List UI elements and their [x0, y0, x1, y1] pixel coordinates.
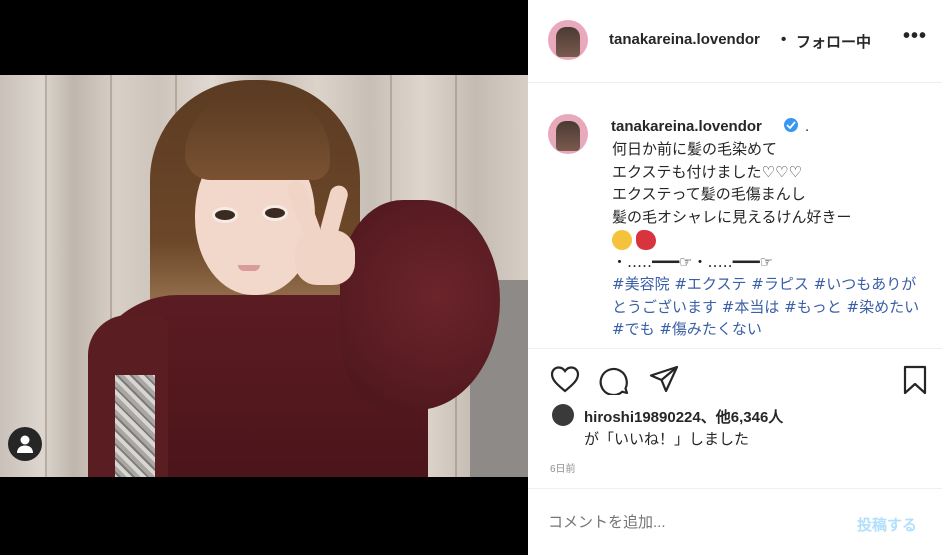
caption-line: 何日か前に髪の毛染めて — [612, 140, 778, 158]
hashtag-link[interactable]: #ラピス — [751, 275, 809, 293]
post-comment-button[interactable]: 投稿する — [857, 514, 917, 535]
caption-line: エクステも付けました♡♡♡ — [612, 162, 802, 181]
likes-count[interactable]: 、他6,346人 — [701, 409, 784, 426]
caption-avatar[interactable] — [548, 114, 588, 154]
caption-divider: ・‥…━━━☞・‥…━━━☞ — [612, 252, 774, 271]
caption-line: エクステって髪の毛傷まんし — [612, 185, 806, 203]
hashtag-link[interactable]: #エクステ — [674, 275, 746, 293]
bookmark-icon[interactable] — [903, 365, 927, 395]
user-tag-icon — [17, 435, 33, 453]
caption-line: 髪の毛オシャレに見えるけん好きー — [612, 207, 852, 226]
action-bar — [528, 348, 942, 402]
caption-text: 何日か前に髪の毛染めて エクステも付けました♡♡♡ エクステって髪の毛傷まんし … — [612, 138, 924, 341]
peace-sign-hand — [275, 178, 370, 300]
snake-print-inner — [115, 375, 155, 477]
hashtags: #美容院 #エクステ #ラピス #いつもありがとうございます #本当は #もっと… — [612, 273, 924, 341]
comment-bar: 投稿する — [528, 488, 942, 555]
avatar[interactable] — [548, 20, 588, 60]
palm — [295, 230, 355, 285]
caption-dot: . — [805, 118, 810, 135]
share-icon[interactable] — [649, 365, 679, 393]
hashtag-link[interactable]: #でも — [612, 320, 655, 338]
liker-username[interactable]: hiroshi19890224 — [584, 409, 701, 426]
emoji-row — [612, 228, 924, 251]
following-button[interactable]: フォロー中 — [796, 31, 871, 52]
hashtag-link[interactable]: #もっと — [784, 298, 842, 316]
hashtag-link[interactable]: #美容院 — [612, 275, 670, 293]
likes-suffix: が「いいね！」しました — [584, 431, 750, 448]
avatar-image — [556, 121, 580, 151]
likes-line: hiroshi19890224、他6,346人 — [584, 406, 783, 427]
caption-username[interactable]: tanakareina.lovendor — [611, 118, 762, 135]
mouth — [238, 265, 260, 271]
caption: tanakareina.lovendor . 何日か前に髪の毛染めて エクステも… — [528, 84, 942, 347]
hashtag-link[interactable]: #染めたい — [847, 298, 920, 316]
hashtag-link[interactable]: #傷みたくない — [659, 320, 762, 338]
more-options-icon[interactable]: ••• — [903, 25, 927, 48]
photo-panel — [0, 0, 528, 555]
left-eye — [212, 207, 238, 223]
comment-input[interactable] — [548, 514, 838, 531]
header-username[interactable]: tanakareina.lovendor — [609, 31, 760, 48]
heart-icon[interactable] — [550, 365, 580, 393]
header-separator: • — [781, 31, 787, 48]
wood-panel-line — [45, 75, 47, 477]
avatar-image — [556, 27, 580, 57]
verified-badge-icon — [784, 118, 798, 132]
post-timestamp[interactable]: 6日前 — [550, 460, 576, 475]
bangs — [185, 95, 330, 180]
comment-icon[interactable] — [599, 365, 629, 395]
post-details: tanakareina.lovendor • フォロー中 ••• tanakar… — [528, 0, 942, 555]
post-header: tanakareina.lovendor • フォロー中 ••• — [528, 0, 942, 83]
tagged-users-button[interactable] — [8, 427, 42, 461]
post-photo[interactable] — [0, 75, 528, 477]
lips-icon — [636, 229, 656, 250]
liker-avatar[interactable] — [552, 404, 574, 426]
upside-down-face-icon — [612, 229, 632, 250]
hashtag-link[interactable]: #本当は — [722, 298, 780, 316]
